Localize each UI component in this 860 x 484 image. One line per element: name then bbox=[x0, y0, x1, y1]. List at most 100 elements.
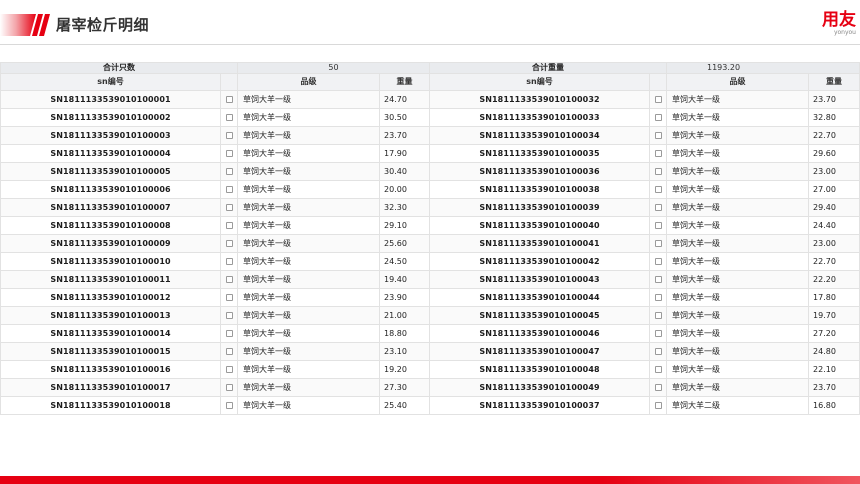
row-select-checkbox[interactable] bbox=[654, 96, 662, 103]
row-select-checkbox[interactable] bbox=[654, 294, 662, 301]
sn-number-cell: SN1811133539010100039 bbox=[429, 198, 650, 217]
row-select-checkbox[interactable] bbox=[225, 384, 233, 391]
row-select-checkbox[interactable] bbox=[654, 186, 662, 193]
row-select-checkbox[interactable] bbox=[225, 312, 233, 319]
row-select-checkbox[interactable] bbox=[225, 150, 233, 157]
sn-number-cell: SN1811133539010100034 bbox=[429, 126, 650, 145]
weight-cell: 17.80 bbox=[808, 288, 860, 307]
table-row: SN1811133539010100014 草饲大羊一级 18.80 SN181113… bbox=[0, 324, 860, 343]
weight-cell: 23.00 bbox=[808, 162, 860, 181]
row-select-checkbox[interactable] bbox=[654, 222, 662, 229]
row-select-cell bbox=[649, 144, 667, 163]
sn-number-cell: SN1811133539010100001 bbox=[0, 90, 221, 109]
grade-cell: 草饲大羊一级 bbox=[666, 234, 809, 253]
row-select-cell bbox=[220, 306, 238, 325]
sn-number-cell: SN1811133539010100035 bbox=[429, 144, 650, 163]
row-select-cell bbox=[649, 396, 667, 415]
column-header-sn: sn编号 bbox=[429, 73, 650, 91]
row-select-cell bbox=[649, 108, 667, 127]
row-select-cell bbox=[649, 234, 667, 253]
weight-cell: 16.80 bbox=[808, 396, 860, 415]
table-row: SN1811133539010100015 草饲大羊一级 23.10 SN181113… bbox=[0, 342, 860, 361]
table-row: SN1811133539010100013 草饲大羊一级 21.00 SN181113… bbox=[0, 306, 860, 325]
row-select-cell bbox=[649, 306, 667, 325]
sn-number-cell: SN1811133539010100005 bbox=[0, 162, 221, 181]
stripes-logo-icon bbox=[0, 14, 50, 36]
weight-cell: 20.00 bbox=[379, 180, 430, 199]
grade-cell: 草饲大羊一级 bbox=[666, 288, 809, 307]
row-select-cell bbox=[220, 396, 238, 415]
column-header-check bbox=[220, 73, 238, 91]
column-header-sn: sn编号 bbox=[0, 73, 221, 91]
sn-number-cell: SN1811133539010100010 bbox=[0, 252, 221, 271]
weight-cell: 21.00 bbox=[379, 306, 430, 325]
row-select-checkbox[interactable] bbox=[654, 114, 662, 121]
row-select-checkbox[interactable] bbox=[225, 186, 233, 193]
row-select-checkbox[interactable] bbox=[225, 276, 233, 283]
row-select-checkbox[interactable] bbox=[654, 384, 662, 391]
weight-cell: 17.90 bbox=[379, 144, 430, 163]
sn-number-cell: SN1811133539010100036 bbox=[429, 162, 650, 181]
column-header-grade: 品级 bbox=[237, 73, 380, 91]
header-divider bbox=[0, 44, 860, 45]
row-select-cell bbox=[649, 126, 667, 145]
grade-cell: 草饲大羊一级 bbox=[666, 216, 809, 235]
grade-cell: 草饲大羊一级 bbox=[237, 216, 380, 235]
row-select-checkbox[interactable] bbox=[225, 204, 233, 211]
row-select-checkbox[interactable] bbox=[225, 168, 233, 175]
table-row: SN1811133539010100002 草饲大羊一级 30.50 SN181113… bbox=[0, 108, 860, 127]
row-select-checkbox[interactable] bbox=[654, 204, 662, 211]
table-row: SN1811133539010100018 草饲大羊一级 25.40 SN181113… bbox=[0, 396, 860, 415]
row-select-checkbox[interactable] bbox=[225, 132, 233, 139]
row-select-checkbox[interactable] bbox=[225, 258, 233, 265]
row-select-checkbox[interactable] bbox=[225, 366, 233, 373]
row-select-checkbox[interactable] bbox=[225, 402, 233, 409]
row-select-checkbox[interactable] bbox=[225, 348, 233, 355]
weight-cell: 23.70 bbox=[808, 90, 860, 109]
row-select-cell bbox=[649, 252, 667, 271]
sn-number-cell: SN1811133539010100045 bbox=[429, 306, 650, 325]
row-select-checkbox[interactable] bbox=[654, 366, 662, 373]
row-select-checkbox[interactable] bbox=[225, 294, 233, 301]
grade-cell: 草饲大羊一级 bbox=[666, 198, 809, 217]
grade-cell: 草饲大羊一级 bbox=[666, 360, 809, 379]
row-select-cell bbox=[649, 270, 667, 289]
sn-number-cell: SN1811133539010100042 bbox=[429, 252, 650, 271]
row-select-checkbox[interactable] bbox=[225, 240, 233, 247]
sn-number-cell: SN1811133539010100004 bbox=[0, 144, 221, 163]
row-select-cell bbox=[649, 324, 667, 343]
row-select-cell bbox=[220, 180, 238, 199]
row-select-checkbox[interactable] bbox=[225, 114, 233, 121]
weight-cell: 27.00 bbox=[808, 180, 860, 199]
sn-number-cell: SN1811133539010100041 bbox=[429, 234, 650, 253]
table-row: SN1811133539010100004 草饲大羊一级 17.90 SN181113… bbox=[0, 144, 860, 163]
row-select-checkbox[interactable] bbox=[654, 402, 662, 409]
row-select-checkbox[interactable] bbox=[654, 312, 662, 319]
row-select-checkbox[interactable] bbox=[654, 330, 662, 337]
row-select-checkbox[interactable] bbox=[654, 276, 662, 283]
column-header-grade: 品级 bbox=[666, 73, 809, 91]
row-select-checkbox[interactable] bbox=[225, 222, 233, 229]
total-weight-value: 1193.20 bbox=[666, 62, 860, 74]
row-select-checkbox[interactable] bbox=[654, 240, 662, 247]
row-select-checkbox[interactable] bbox=[654, 348, 662, 355]
grade-cell: 草饲大羊一级 bbox=[666, 90, 809, 109]
row-select-checkbox[interactable] bbox=[654, 168, 662, 175]
sn-number-cell: SN1811133539010100038 bbox=[429, 180, 650, 199]
grade-cell: 草饲大羊一级 bbox=[237, 396, 380, 415]
row-select-checkbox[interactable] bbox=[225, 96, 233, 103]
weight-cell: 24.40 bbox=[808, 216, 860, 235]
row-select-checkbox[interactable] bbox=[654, 132, 662, 139]
grade-cell: 草饲大羊一级 bbox=[666, 144, 809, 163]
table-row: SN1811133539010100011 草饲大羊一级 19.40 SN181113… bbox=[0, 270, 860, 289]
total-count-label: 合计只数 bbox=[0, 62, 238, 74]
sn-number-cell: SN1811133539010100044 bbox=[429, 288, 650, 307]
sn-number-cell: SN1811133539010100016 bbox=[0, 360, 221, 379]
row-select-checkbox[interactable] bbox=[654, 150, 662, 157]
weight-cell: 29.40 bbox=[808, 198, 860, 217]
row-select-cell bbox=[649, 162, 667, 181]
grade-cell: 草饲大羊一级 bbox=[666, 252, 809, 271]
row-select-checkbox[interactable] bbox=[654, 258, 662, 265]
row-select-checkbox[interactable] bbox=[225, 330, 233, 337]
summary-row: 合计只数 50 合计重量 1193.20 bbox=[0, 62, 860, 74]
